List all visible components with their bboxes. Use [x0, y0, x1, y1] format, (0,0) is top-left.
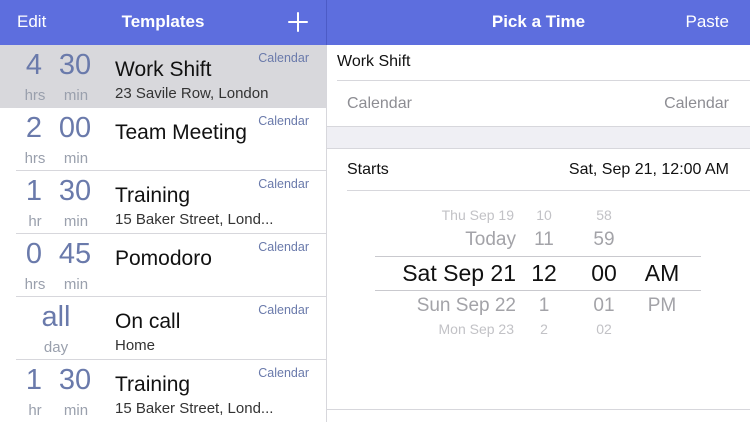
template-title: Training — [115, 373, 191, 396]
hours-unit: hrs — [24, 87, 46, 104]
hours-unit: hrs — [24, 150, 46, 167]
duration-minutes: 00 — [58, 112, 92, 144]
section-separator — [327, 148, 750, 149]
ampm-option[interactable]: PM — [641, 295, 683, 317]
day-unit: day — [43, 339, 69, 356]
calendar-value: Calendar — [664, 95, 729, 112]
calendar-badge: Calendar — [258, 366, 309, 380]
time-picker-pane: Work Shift Calendar Calendar Starts Sat,… — [327, 45, 750, 422]
template-location: 15 Baker Street, Lond... — [115, 400, 274, 417]
minute-option[interactable]: 01 — [587, 295, 621, 317]
hour-option[interactable]: 2 — [529, 321, 559, 337]
hour-option[interactable]: 11 — [529, 229, 559, 251]
duration-hours: 1 — [25, 364, 43, 396]
hour-option[interactable]: 1 — [529, 295, 559, 317]
field-separator — [337, 80, 750, 81]
template-row[interactable]: 2 00 hrs min Team Meeting Calendar — [0, 108, 326, 171]
plus-icon[interactable] — [287, 11, 309, 33]
picker-navbar: Pick a Time Paste — [327, 0, 750, 45]
duration-minutes: 45 — [58, 238, 92, 270]
minute-option[interactable]: 59 — [587, 229, 621, 251]
hours-unit: hr — [28, 402, 42, 419]
ampm-option-selected[interactable]: AM — [639, 260, 685, 287]
template-title: Training — [115, 184, 191, 207]
duration-minutes: 30 — [58, 175, 92, 207]
duration-hours: 2 — [25, 112, 43, 144]
minutes-unit: min — [63, 276, 89, 293]
minutes-unit: min — [63, 402, 89, 419]
template-location: 23 Savile Row, London — [115, 85, 269, 102]
navigation-bar: Edit Templates Pick a Time Paste — [0, 0, 750, 45]
minute-option-selected[interactable]: 00 — [585, 260, 623, 287]
bottom-separator — [327, 409, 750, 410]
duration-minutes: 30 — [58, 364, 92, 396]
template-location: Home — [115, 337, 156, 354]
date-option-selected[interactable]: Sat Sep 21 — [402, 260, 516, 287]
duration-minutes: 30 — [58, 49, 92, 81]
date-time-wheel-picker[interactable]: Thu Sep 19 Today Sat Sep 21 Sun Sep 22 M… — [327, 203, 750, 343]
hours-unit: hrs — [24, 276, 46, 293]
starts-value: Sat, Sep 21, 12:00 AM — [568, 161, 729, 178]
date-option[interactable]: Thu Sep 19 — [442, 207, 514, 223]
duration-hours: 0 — [25, 238, 43, 270]
calendar-badge: Calendar — [258, 51, 309, 65]
minutes-unit: min — [63, 213, 89, 230]
templates-navbar: Edit Templates — [0, 0, 326, 45]
date-option[interactable]: Mon Sep 23 — [439, 321, 515, 337]
template-location: 15 Baker Street, Lond... — [115, 211, 274, 228]
starts-label: Starts — [347, 161, 389, 178]
date-option[interactable]: Today — [465, 229, 516, 251]
calendar-badge: Calendar — [258, 114, 309, 128]
selection-bottom-line — [375, 290, 701, 291]
template-row[interactable]: all day On call Home Calendar — [0, 297, 326, 360]
date-option[interactable]: Sun Sep 22 — [417, 295, 516, 317]
template-title: On call — [115, 310, 181, 333]
all-day-label: all — [41, 301, 71, 333]
minute-option[interactable]: 58 — [587, 207, 621, 223]
duration-hours: 1 — [25, 175, 43, 207]
section-gap — [327, 127, 750, 148]
minutes-unit: min — [63, 150, 89, 167]
hour-option[interactable]: 10 — [529, 207, 559, 223]
minutes-unit: min — [63, 87, 89, 104]
event-name-field[interactable]: Work Shift — [337, 53, 411, 71]
hours-unit: hr — [28, 213, 42, 230]
calendar-badge: Calendar — [258, 177, 309, 191]
templates-list: 4 30 hrs min Work Shift 23 Savile Row, L… — [0, 45, 326, 422]
template-row[interactable]: 1 30 hr min Training 15 Baker Street, Lo… — [0, 360, 326, 422]
minute-option[interactable]: 02 — [587, 321, 621, 337]
duration-hours: 4 — [25, 49, 43, 81]
template-title: Work Shift — [115, 58, 212, 81]
paste-button[interactable]: Paste — [686, 12, 729, 32]
template-row[interactable]: 1 30 hr min Training 15 Baker Street, Lo… — [0, 171, 326, 234]
selection-top-line — [375, 256, 701, 257]
calendar-badge: Calendar — [258, 303, 309, 317]
template-title: Team Meeting — [115, 121, 247, 144]
calendar-badge: Calendar — [258, 240, 309, 254]
template-row[interactable]: 4 30 hrs min Work Shift 23 Savile Row, L… — [0, 45, 326, 108]
hour-option-selected[interactable]: 12 — [527, 260, 561, 287]
calendar-label: Calendar — [347, 95, 412, 112]
row-separator — [347, 190, 750, 191]
templates-title: Templates — [121, 12, 205, 31]
template-row[interactable]: 0 45 hrs min Pomodoro Calendar — [0, 234, 326, 297]
template-title: Pomodoro — [115, 247, 212, 270]
